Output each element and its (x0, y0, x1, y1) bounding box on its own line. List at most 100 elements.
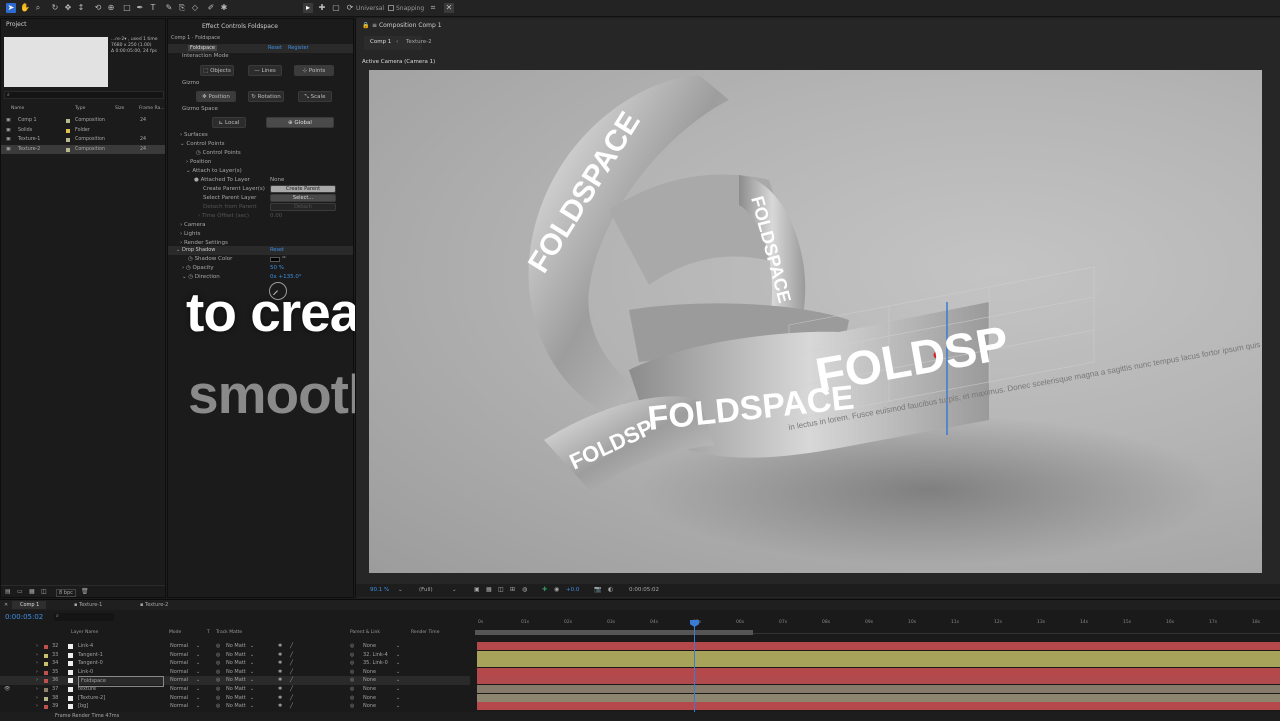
snap-target-icon[interactable]: ✕ (444, 3, 454, 13)
zoom-tool-icon[interactable]: ⌕ (33, 3, 43, 13)
dolly-tool-icon[interactable]: ↕ (76, 3, 86, 13)
gizmo-rotation-button[interactable]: ↻ Rotation (248, 91, 284, 102)
world-axis-icon[interactable]: ✚ (317, 3, 327, 13)
gizmo-scale-button[interactable]: ⤡ Scale (298, 91, 332, 102)
guides-icon[interactable]: ⊞ (510, 586, 515, 593)
layer-label-color[interactable] (44, 705, 48, 710)
pan-tool-icon[interactable]: ✥ (63, 3, 73, 13)
playhead[interactable] (694, 620, 695, 721)
points-mode-button[interactable]: ⊹ Points (294, 65, 334, 76)
select-parent-button[interactable]: Select... (270, 194, 336, 202)
project-search-input[interactable]: ⌕ (4, 91, 164, 99)
layer-duration-bar[interactable] (477, 667, 1280, 676)
layer-label-color[interactable] (44, 645, 48, 649)
timeline-search-input[interactable]: ⌕ (54, 613, 114, 621)
gizmo-local-button[interactable]: ⊾ Local (212, 117, 246, 128)
selection-tool-icon[interactable]: ➤ (6, 3, 16, 13)
snapping-checkbox[interactable] (388, 5, 394, 11)
layer-duration-bar[interactable] (477, 702, 1280, 711)
effect-controls-tab[interactable]: Effect Controls Foldspace (202, 23, 278, 30)
shadow-color-swatch[interactable] (270, 257, 280, 262)
label-color-swatch[interactable] (66, 138, 70, 142)
composition-tab[interactable]: ≡ Composition Comp 1 (372, 22, 442, 29)
effect-name[interactable]: Foldspace (188, 45, 217, 51)
zoom-level[interactable]: 90.1 % (370, 587, 389, 593)
project-item[interactable]: ▣ Texture-1 Composition 24 (1, 135, 165, 144)
layer-label-color[interactable] (44, 662, 48, 667)
layer-label-color[interactable] (44, 696, 48, 701)
layer-duration-bar[interactable] (477, 676, 1280, 685)
timeline-layer-row[interactable]: › 39 [bg] Normal ⌄ ◎ No Matt ⌄ ✱ ╱ ◎ Non… (0, 702, 470, 711)
col-parent-link[interactable]: Parent & Link (350, 630, 380, 635)
bpc-button[interactable]: 8 bpc (56, 589, 76, 597)
layer-mode[interactable]: Normal (170, 702, 188, 711)
create-parent-button[interactable]: Create Parent (270, 185, 336, 193)
project-item[interactable]: ▣ Texture-2 Composition 24 (1, 144, 165, 154)
layer-label-color[interactable] (44, 653, 48, 658)
attach-to-layers-row[interactable]: ⌄ Attach to Layer(s) (168, 167, 242, 176)
layer-duration-bar[interactable] (477, 693, 1280, 702)
drop-shadow-row[interactable]: ⌄ Drop Shadow Reset (168, 246, 353, 255)
objects-mode-button[interactable]: ⬚ Objects (200, 65, 234, 76)
work-area-bar[interactable] (475, 630, 753, 635)
layer-duration-bar[interactable] (477, 685, 1280, 693)
orbit-tool-icon[interactable]: ↻ (50, 3, 60, 13)
lights-row[interactable]: › Lights (168, 230, 201, 239)
shy-switch-icon[interactable]: ✱ (278, 702, 282, 711)
effect-register-link[interactable]: Register (288, 45, 309, 51)
project-tab[interactable]: Project (6, 21, 27, 28)
comp-subtab-2[interactable]: Texture-2 (406, 39, 432, 45)
new-folder-icon[interactable]: ▭ (17, 588, 23, 595)
rotate-tool-icon[interactable]: ⟲ (93, 3, 103, 13)
interpret-footage-icon[interactable]: ▤ (5, 588, 11, 595)
local-axis-icon[interactable]: ▸ (303, 3, 313, 13)
transparency-grid-icon[interactable]: ▦ (486, 586, 492, 593)
label-color-swatch[interactable] (66, 119, 70, 123)
close-icon[interactable]: ✕ (4, 602, 8, 608)
hand-tool-icon[interactable]: ✋ (20, 3, 30, 13)
exposure-value[interactable]: +0.0 (566, 587, 579, 593)
surfaces-row[interactable]: › Surfaces (168, 131, 208, 140)
composition-canvas[interactable]: FOLDSPACE FOLDSPACE FOLDSP FOLDSP FOLDSP… (369, 70, 1262, 573)
lines-mode-button[interactable]: — Lines (248, 65, 282, 76)
detach-button[interactable]: Detach (270, 203, 336, 211)
channels-icon[interactable]: ◍ (522, 586, 527, 593)
brush-tool-icon[interactable]: ✎ (164, 3, 174, 13)
resolution-dropdown[interactable]: (Full) (419, 587, 433, 593)
lock-icon[interactable]: 🔒 (362, 22, 369, 29)
puppet-tool-icon[interactable]: ✱ (219, 3, 229, 13)
show-snapshot-icon[interactable]: ◐ (608, 586, 613, 593)
col-mode[interactable]: Mode (169, 630, 181, 635)
project-settings-icon[interactable]: ◫ (41, 588, 47, 595)
col-render-time[interactable]: Render Time (411, 630, 439, 635)
new-composition-icon[interactable]: ▦ (29, 588, 35, 595)
layer-track-matte[interactable]: No Matt (226, 702, 246, 711)
project-item[interactable]: ▣ Comp 1 Composition 24 (1, 116, 165, 125)
effect-reset-link[interactable]: Reset (268, 45, 282, 51)
type-tool-icon[interactable]: T (148, 3, 158, 13)
col-t[interactable]: T (207, 630, 210, 635)
pickwhip-icon[interactable]: ◎ (350, 702, 354, 711)
eyedropper-icon[interactable]: ✑ (282, 255, 286, 261)
shape-tool-icon[interactable]: □ (122, 3, 132, 13)
label-color-swatch[interactable] (66, 128, 70, 133)
roto-brush-tool-icon[interactable]: ✐ (206, 3, 216, 13)
universal-icon[interactable]: ⟳ (345, 3, 355, 13)
layer-label-color[interactable] (44, 688, 48, 692)
mask-visibility-icon[interactable]: ◫ (498, 586, 504, 593)
view-axis-icon[interactable]: ▢ (331, 3, 341, 13)
clone-stamp-tool-icon[interactable]: ⎘ (177, 3, 187, 13)
project-col-name[interactable]: Name (11, 106, 24, 111)
control-points-row[interactable]: ⌄ Control Points (168, 140, 225, 149)
layer-duration-bar[interactable] (477, 659, 1280, 668)
project-col-type[interactable]: Type (75, 106, 85, 111)
gizmo-position-button[interactable]: ✥ Position (196, 91, 236, 102)
delete-icon[interactable]: 🗑 (81, 588, 89, 595)
snapshot-icon[interactable]: 📷 (594, 586, 601, 593)
anchor-tool-icon[interactable]: ⊕ (106, 3, 116, 13)
timeline-tab-texture1[interactable]: ▪ Texture-1 (74, 602, 102, 608)
layer-duration-bar[interactable] (477, 642, 1280, 650)
timeline-tab-texture2[interactable]: ▪ Texture-2 (140, 602, 168, 608)
camera-row[interactable]: › Camera (168, 221, 206, 230)
project-item[interactable]: ▣ Solids Folder (1, 126, 165, 135)
